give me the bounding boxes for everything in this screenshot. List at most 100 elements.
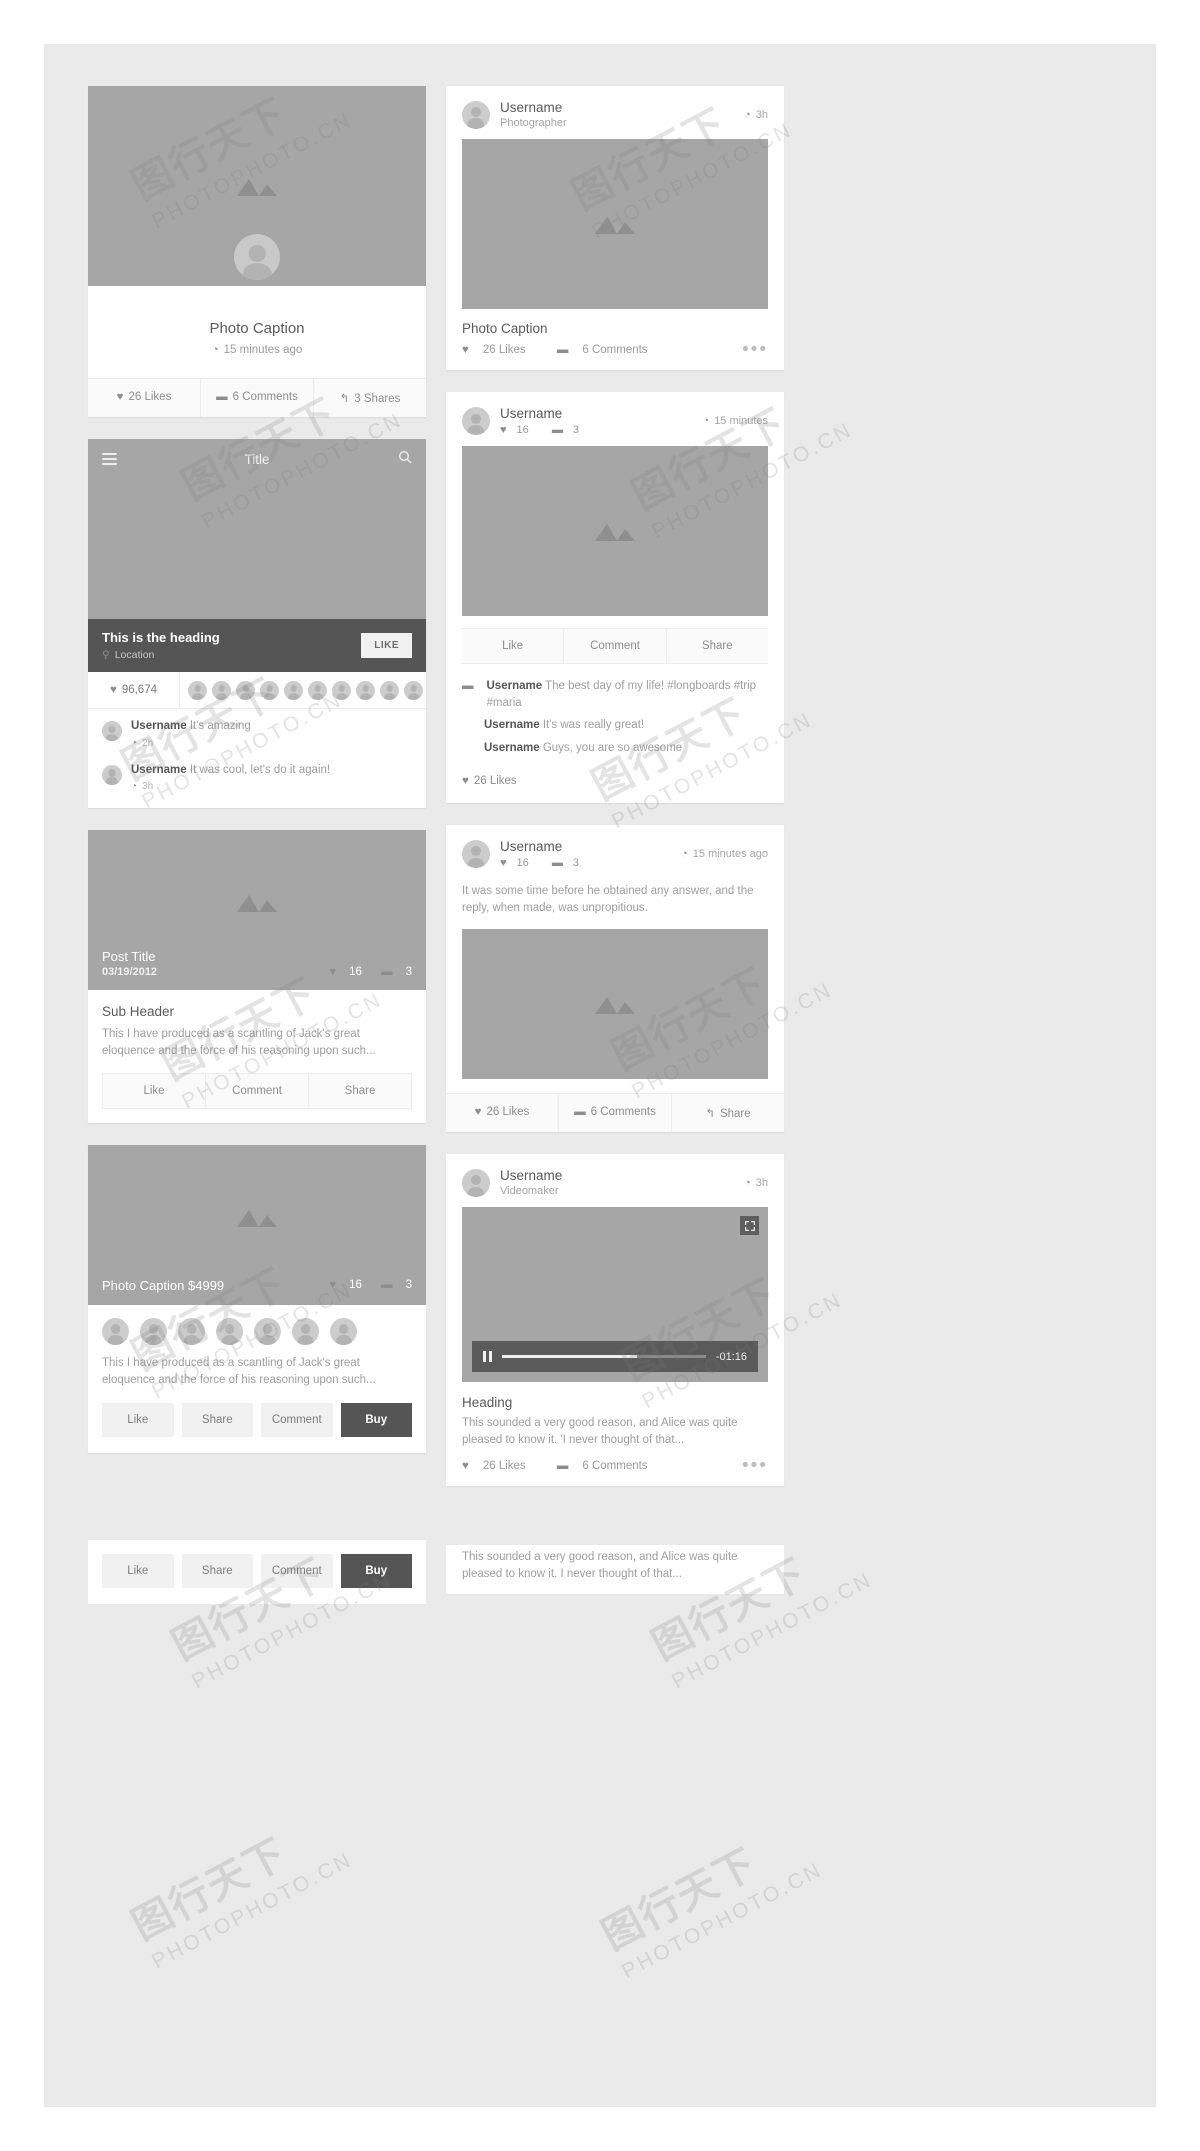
avatar [212, 680, 231, 700]
video-controls: -01:16 [472, 1341, 758, 1373]
comment-item: Username It was cool, let's do it again!… [88, 753, 426, 809]
comment-button[interactable]: Comment [261, 1554, 333, 1588]
share-button[interactable]: Share [181, 1554, 253, 1588]
product-text: This I have produced as a scantling of J… [102, 1356, 376, 1386]
clock-icon: ◔ [131, 737, 138, 749]
avatar [462, 839, 490, 868]
post-meta: ♥ 26 Likes ▬ 6 Comments [462, 1460, 676, 1472]
avatar [404, 680, 423, 700]
shares-button[interactable]: ↰ 3 Shares [313, 379, 426, 417]
clock-icon: ◔ [211, 344, 219, 356]
avatar [102, 1317, 129, 1345]
comment-button[interactable]: Comment [205, 1073, 308, 1108]
post-date: 03/19/2012 [102, 966, 158, 979]
likes-meta: ♥ 26 Likes [462, 1459, 526, 1472]
comment-button[interactable]: Comment [261, 1403, 333, 1438]
cropped-left: Like Share Comment Buy [88, 1540, 426, 1626]
share-button[interactable]: Share [308, 1073, 411, 1108]
product-caption: Photo Caption $4999 [102, 1277, 225, 1293]
like-button[interactable]: Like [102, 1554, 174, 1588]
avatar [140, 1317, 167, 1345]
pause-icon[interactable] [483, 1351, 492, 1363]
comment-list: ▬ Username The best day of my life! #lon… [446, 664, 784, 771]
card-text-post: Username ♥ 16 ▬ 3 ◔ 15 minutes ago It was s… [446, 824, 784, 1133]
user-role: Photographer [500, 117, 567, 129]
timestamp: ◔ 15 minutes [702, 415, 768, 427]
post-text: This I have produced as a scantling of J… [102, 1028, 376, 1058]
progress-slider[interactable] [502, 1355, 706, 1359]
post-body: Photo Caption ♥ 26 Likes ▬ 6 Comments ••• [446, 309, 784, 370]
product-meta: ♥ 16 ▬ 3 [313, 1279, 412, 1291]
post-header: Username ♥ 16 ▬ 3 ◔ 15 minutes [446, 392, 784, 446]
like-button[interactable]: Like [102, 1403, 174, 1438]
heart-icon: ♥ [462, 774, 469, 787]
comment-icon: ▬ [551, 856, 563, 869]
mockup-page: Photo Caption ◔ 15 minutes ago ♥ 26 Likes … [0, 0, 1200, 2151]
timestamp: ◔ 3h [744, 108, 768, 121]
photo-caption: Photo Caption [462, 321, 548, 336]
post-stats: ♥ 16 ▬ 3 [500, 857, 681, 869]
post-header: Username Videomaker ◔ 3h [446, 1154, 784, 1207]
mountain-icon [235, 892, 279, 913]
card-product-crop: Like Share Comment Buy [88, 1540, 426, 1604]
search-icon[interactable] [398, 450, 412, 469]
username[interactable]: Username [500, 1168, 744, 1183]
more-dots-icon[interactable]: ••• [742, 340, 768, 359]
post-meta: ♥ 16 ▬ 3 [313, 966, 412, 978]
share-button[interactable]: Share [181, 1403, 253, 1438]
more-dots-icon[interactable]: ••• [742, 1456, 768, 1475]
heart-icon: ♥ [329, 1279, 337, 1292]
buy-button[interactable]: Buy [340, 1403, 412, 1438]
avatar [188, 680, 207, 700]
product-overlay: Photo Caption $4999 ♥ 16 ▬ 3 [88, 1278, 426, 1305]
heading-text: This is the heading [102, 630, 220, 645]
sub-header: Sub Header [102, 1004, 175, 1020]
buy-button[interactable]: Buy [340, 1554, 412, 1588]
comments-meta: ▬ 3 [381, 1279, 412, 1292]
comments-button[interactable]: ▬ 6 Comments [200, 379, 313, 417]
hamburger-icon[interactable] [102, 450, 117, 468]
photo-placeholder [462, 446, 768, 616]
product-actions: Like Share Comment Buy [88, 1540, 426, 1604]
card-photographer: Username Photographer ◔ 3h Photo Caption … [446, 86, 784, 370]
like-button[interactable]: Like [103, 1073, 205, 1108]
comment-button[interactable]: Comment [563, 629, 666, 663]
video-text: This sounded a very good reason, and Ali… [462, 1417, 738, 1447]
likes-count: ♥ 96,674 [88, 672, 180, 708]
username[interactable]: Username [500, 406, 703, 421]
post-actions: Like Comment Share [102, 1072, 412, 1109]
clock-icon: ◔ [702, 415, 710, 427]
likes-button[interactable]: ♥ 26 Likes [88, 379, 200, 417]
username[interactable]: Username [500, 100, 744, 115]
photo-placeholder [462, 929, 768, 1080]
share-button[interactable]: Share [665, 629, 768, 663]
like-button[interactable]: LIKE [361, 633, 412, 658]
comments-meta: ▬ 3 [551, 856, 579, 869]
likes-button[interactable]: ♥ 26 Likes [446, 1094, 558, 1132]
comment-text: It's amazing [189, 720, 251, 732]
share-button[interactable]: ↰ Share [671, 1094, 784, 1133]
avatar [356, 680, 375, 700]
comments-button[interactable]: ▬ 6 Comments [558, 1094, 671, 1133]
heart-icon: ♥ [474, 1106, 482, 1119]
post-header: Username ♥ 16 ▬ 3 ◔ 15 minutes ago [446, 825, 784, 879]
expand-icon[interactable] [740, 1216, 759, 1236]
comment-icon: ▬ [462, 680, 474, 692]
username[interactable]: Username [500, 839, 681, 854]
participant-avatars [88, 1305, 426, 1353]
action-bar: ♥ 26 Likes ▬ 6 Comments ↰ 3 Shares [88, 378, 426, 417]
clock-icon: ◔ [744, 108, 751, 121]
card-product: Photo Caption $4999 ♥ 16 ▬ 3 This I have p… [88, 1144, 426, 1454]
mountain-icon [593, 521, 637, 541]
like-button[interactable]: Like [462, 629, 564, 663]
comment-time: ◔ 3h [131, 781, 154, 793]
likes-summary: ♥ 26 Likes [462, 774, 517, 787]
video-player[interactable]: -01:16 [462, 1207, 768, 1383]
clock-icon: ◔ [681, 847, 688, 860]
avatar [462, 1168, 490, 1197]
action-bar: ♥ 26 Likes ▬ 6 Comments ↰ Share [446, 1093, 784, 1133]
user-role: Videomaker [500, 1185, 559, 1198]
post-meta: ♥ 26 Likes ▬ 6 Comments [462, 344, 676, 356]
avatar [178, 1317, 205, 1345]
avatar [462, 407, 490, 435]
